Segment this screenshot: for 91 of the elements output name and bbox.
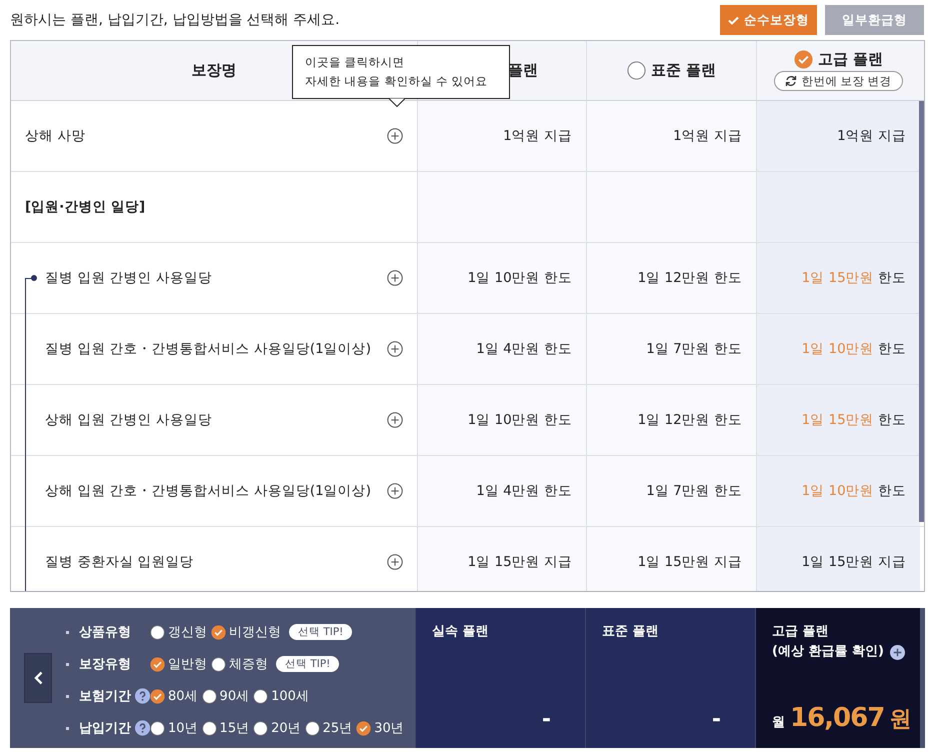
check-icon <box>728 16 739 24</box>
plan-header: 플랜 <box>508 61 538 80</box>
option-choice: 체증형 <box>229 656 268 673</box>
plus-icon[interactable] <box>387 128 403 144</box>
help-icon[interactable] <box>134 688 150 704</box>
tooltip: 이곳을 클릭하시면 자세한 내용을 확인하실 수 있어요 <box>292 45 510 99</box>
coverage-name: 상해 사망 <box>25 127 86 145</box>
plus-icon[interactable] <box>387 341 403 357</box>
option-radio[interactable] <box>253 688 268 704</box>
option-radio[interactable] <box>211 656 226 672</box>
plan-header: 표준 플랜 <box>650 61 716 80</box>
coverage-amount: 1일 10만원 한도 <box>468 411 572 429</box>
coverage-name: 상해 입원 간병인 사용일당 <box>45 411 212 429</box>
plus-icon[interactable] <box>890 644 905 660</box>
coverage-amount: 1억원 지급 <box>503 127 572 145</box>
option-choice: 25년 <box>322 720 352 737</box>
plus-icon[interactable] <box>387 412 403 428</box>
option-choice: 90세 <box>220 688 250 705</box>
per-month-label: 월 <box>772 714 785 731</box>
currency-label: 원 <box>889 706 912 734</box>
option-choice: 10년 <box>168 720 198 737</box>
change-all-button[interactable]: 한번에 보장 변경 <box>774 71 903 91</box>
coverage-amount: 1일 15만원 한도 <box>802 411 906 429</box>
coverage-amount: 1일 12만원 한도 <box>638 269 742 287</box>
option-radio[interactable] <box>211 624 226 640</box>
plan-radio[interactable] <box>794 50 813 69</box>
coverage-amount: 1일 10만원 한도 <box>802 340 906 358</box>
bullet-icon <box>66 630 69 634</box>
coverage-amount: 1일 7만원 한도 <box>646 482 742 500</box>
coverage-amount: 1일 4만원 한도 <box>476 482 572 500</box>
option-choice: 80세 <box>168 688 198 705</box>
plan-radio[interactable] <box>626 61 646 80</box>
coverage-amount: 1일 15만원 지급 <box>638 553 742 571</box>
option-choice: 15년 <box>220 720 250 737</box>
option-radio[interactable] <box>150 624 165 640</box>
coverage-name: 질병 중환자실 입원일당 <box>45 553 194 571</box>
scrollbar[interactable] <box>919 101 924 522</box>
tip-button[interactable]: 선택 TIP! <box>276 656 340 672</box>
option-choice: 30년 <box>374 720 404 737</box>
bullet-icon <box>66 694 69 698</box>
plan-title: 고급 플랜 <box>772 623 830 641</box>
bullet-icon <box>66 726 69 730</box>
coverage-amount: 1일 10만원 한도 <box>468 269 572 287</box>
coverage-name: 상해 입원 간호・간병통합서비스 사용일당(1일이상) <box>45 482 371 500</box>
option-label: 보험기간 <box>78 688 131 705</box>
plus-icon[interactable] <box>387 554 403 570</box>
refund-rate-link[interactable]: (예상 환급률 확인) <box>772 642 884 662</box>
coverage-name: 질병 입원 간호・간병통합서비스 사용일당(1일이상) <box>45 340 371 358</box>
option-choice: 비갱신형 <box>229 624 281 641</box>
option-radio[interactable] <box>202 688 217 704</box>
instruction-text: 원하시는 플랜, 납입기간, 납입방법을 선택해 주세요. <box>10 11 340 29</box>
plan-title: 실속 플랜 <box>432 623 490 641</box>
back-button[interactable] <box>24 653 52 703</box>
option-choice: 100세 <box>271 688 309 705</box>
option-choice: 일반형 <box>168 656 207 673</box>
coverage-amount: 1일 15만원 지급 <box>802 553 906 571</box>
help-icon[interactable] <box>134 720 150 736</box>
option-label: 상품유형 <box>79 624 132 641</box>
refresh-icon <box>785 75 798 87</box>
chevron-left-icon <box>34 671 42 685</box>
premium-value: - <box>542 707 551 732</box>
option-radio[interactable] <box>150 656 165 672</box>
option-radio[interactable] <box>202 720 217 736</box>
option-choice: 갱신형 <box>168 624 207 641</box>
option-radio[interactable] <box>356 720 372 736</box>
coverage-amount: 1일 15만원 지급 <box>468 553 572 571</box>
premium-value: - <box>712 707 721 732</box>
coverage-amount: 1일 15만원 한도 <box>802 269 906 287</box>
plan-title: 표준 플랜 <box>602 623 660 641</box>
tip-button[interactable]: 선택 TIP! <box>289 624 352 640</box>
column-header: 보장명 <box>192 61 236 80</box>
coverage-name: 질병 입원 간병인 사용일당 <box>45 269 212 287</box>
plan-header: 고급 플랜 <box>818 50 884 69</box>
coverage-amount: 1일 7만원 한도 <box>646 340 742 358</box>
option-radio[interactable] <box>150 688 165 704</box>
option-radio[interactable] <box>253 720 268 736</box>
group-heading: [입원·간병인 일당] <box>25 198 146 216</box>
coverage-amount: 1일 4만원 한도 <box>476 340 572 358</box>
plus-icon[interactable] <box>387 270 403 286</box>
option-radio[interactable] <box>150 720 165 736</box>
premium-amount: 16,067 <box>790 703 884 733</box>
coverage-amount: 1일 12만원 한도 <box>638 411 742 429</box>
coverage-amount: 1억원 지급 <box>837 127 906 145</box>
bullet-icon <box>66 662 69 666</box>
coverage-amount: 1억원 지급 <box>673 127 742 145</box>
coverage-amount: 1일 10만원 한도 <box>802 482 906 500</box>
option-label: 납입기간 <box>78 720 131 737</box>
plus-icon[interactable] <box>387 483 403 499</box>
option-label: 보장유형 <box>79 656 132 673</box>
option-choice: 20년 <box>271 720 301 737</box>
option-radio[interactable] <box>304 720 320 736</box>
